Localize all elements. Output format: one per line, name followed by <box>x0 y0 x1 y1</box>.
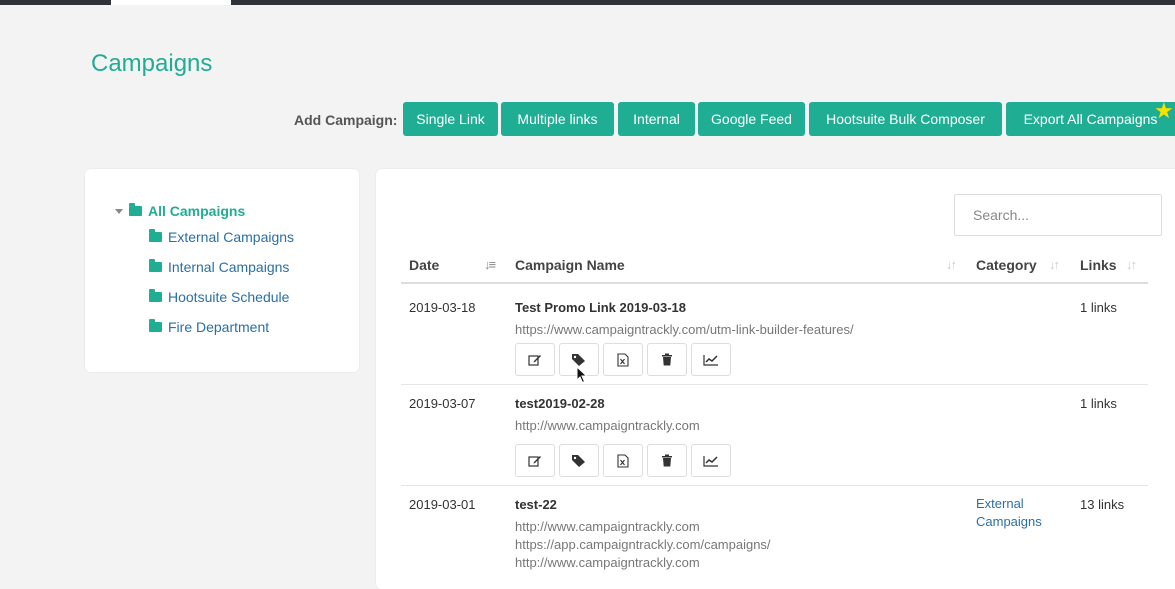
star-icon: ★ <box>1154 98 1174 123</box>
sort-icon[interactable]: ↓↑ <box>1049 257 1060 272</box>
delete-button[interactable] <box>647 343 687 376</box>
delete-button[interactable] <box>647 444 687 477</box>
row-url: http://www.campaigntrackly.com <box>515 555 700 570</box>
hootsuite-bulk-composer-button[interactable]: Hootsuite Bulk Composer <box>809 102 1002 136</box>
column-header-date[interactable]: Date <box>409 257 439 273</box>
trash-icon <box>662 353 672 366</box>
row-date: 2019-03-18 <box>409 300 476 315</box>
edit-button[interactable] <box>515 444 555 477</box>
folder-icon <box>149 229 162 242</box>
tree-root-label: All Campaigns <box>148 203 246 219</box>
column-header-category[interactable]: Category <box>976 257 1037 273</box>
excel-icon <box>617 352 629 367</box>
row-campaign-name: test-22 <box>515 497 557 512</box>
export-all-campaigns-button[interactable]: Export All Campaigns <box>1006 102 1175 136</box>
folder-icon <box>149 319 162 332</box>
internal-button[interactable]: Internal <box>618 102 695 136</box>
search-input[interactable] <box>954 194 1162 236</box>
tree-item-internal-campaigns[interactable]: Internal Campaigns <box>149 259 289 275</box>
folder-icon <box>149 289 162 302</box>
caret-down-icon[interactable] <box>115 208 123 214</box>
single-link-button[interactable]: Single Link <box>403 102 498 136</box>
add-campaign-label: Add Campaign: <box>294 112 398 128</box>
column-header-links[interactable]: Links <box>1080 257 1117 273</box>
sort-desc-icon[interactable]: ↓≡ <box>484 257 496 272</box>
stats-button[interactable] <box>691 343 731 376</box>
tags-icon <box>572 353 585 366</box>
row-category-link[interactable]: External Campaigns <box>976 495 1066 531</box>
row-url: https://www.campaigntrackly.com/utm-link… <box>515 322 854 337</box>
sort-icon[interactable]: ↓↑ <box>1126 257 1137 272</box>
mouse-cursor-icon <box>576 366 588 384</box>
row-url: http://www.campaigntrackly.com <box>515 519 700 534</box>
folder-icon <box>129 203 142 216</box>
table-row: 2019-03-01 test-22 http://www.campaigntr… <box>401 486 1148 576</box>
row-actions <box>515 343 731 376</box>
campaign-tree-panel: All Campaigns External Campaigns Interna… <box>85 169 359 372</box>
top-nav-bar <box>0 0 1175 5</box>
row-url: http://www.campaigntrackly.com <box>515 418 700 433</box>
tree-root-all-campaigns[interactable]: All Campaigns <box>115 203 245 219</box>
table-row: 2019-03-07 test2019-02-28 http://www.cam… <box>401 385 1148 486</box>
tree-item-external-campaigns[interactable]: External Campaigns <box>149 229 294 245</box>
campaign-table-panel: Date ↓≡ Campaign Name ↓↑ Category ↓↑ Lin… <box>376 169 1175 589</box>
tree-item-label: Internal Campaigns <box>168 259 290 275</box>
add-campaign-toolbar: Add Campaign: Single Link Multiple links… <box>0 102 1175 136</box>
row-campaign-name: test2019-02-28 <box>515 396 605 411</box>
export-excel-button[interactable] <box>603 444 643 477</box>
row-links-count: 1 links <box>1080 300 1117 315</box>
row-links-count: 13 links <box>1080 497 1125 512</box>
row-campaign-name: Test Promo Link 2019-03-18 <box>515 300 686 315</box>
google-feed-button[interactable]: Google Feed <box>698 102 805 136</box>
tree-item-label: Fire Department <box>168 319 270 335</box>
table-row: 2019-03-18 Test Promo Link 2019-03-18 ht… <box>401 284 1148 385</box>
multiple-links-button[interactable]: Multiple links <box>501 102 614 136</box>
sort-icon[interactable]: ↓↑ <box>946 257 957 272</box>
edit-icon <box>528 354 541 366</box>
row-actions <box>515 444 731 477</box>
edit-icon <box>528 455 541 467</box>
chart-icon <box>703 354 718 366</box>
tree-item-fire-department[interactable]: Fire Department <box>149 319 269 335</box>
top-nav-active-tab[interactable] <box>111 0 231 5</box>
trash-icon <box>662 454 672 467</box>
row-url: https://app.campaigntrackly.com/campaign… <box>515 537 771 552</box>
tree-item-label: Hootsuite Schedule <box>168 289 290 305</box>
chart-icon <box>703 455 718 467</box>
row-date: 2019-03-07 <box>409 396 476 411</box>
tree-item-hootsuite-schedule[interactable]: Hootsuite Schedule <box>149 289 289 305</box>
tree-item-label: External Campaigns <box>168 229 295 245</box>
row-date: 2019-03-01 <box>409 497 476 512</box>
excel-icon <box>617 453 629 468</box>
stats-button[interactable] <box>691 444 731 477</box>
row-links-count: 1 links <box>1080 396 1117 411</box>
tags-button[interactable] <box>559 444 599 477</box>
edit-button[interactable] <box>515 343 555 376</box>
column-header-campaign-name[interactable]: Campaign Name <box>515 257 625 273</box>
folder-icon <box>149 259 162 272</box>
tags-icon <box>572 454 585 467</box>
page-title: Campaigns <box>91 50 213 77</box>
export-excel-button[interactable] <box>603 343 643 376</box>
